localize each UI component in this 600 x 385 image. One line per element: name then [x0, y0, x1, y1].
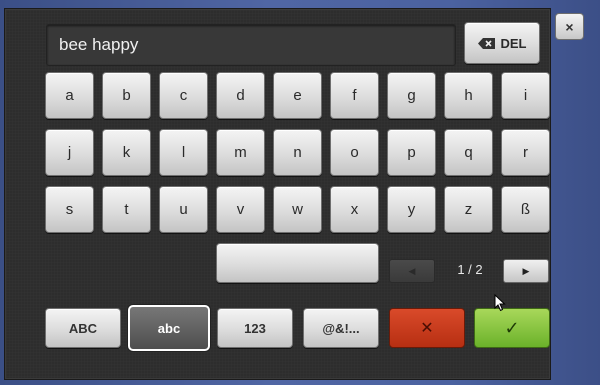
backspace-icon: [477, 37, 495, 49]
key-e[interactable]: e: [273, 72, 322, 119]
space-bar[interactable]: [216, 243, 379, 283]
text-input[interactable]: bee happy: [46, 24, 456, 66]
mode-numbers-button[interactable]: 123: [217, 308, 293, 348]
key-v[interactable]: v: [216, 186, 265, 233]
key-k[interactable]: k: [102, 129, 151, 176]
key-l[interactable]: l: [159, 129, 208, 176]
delete-button[interactable]: DEL: [464, 22, 540, 64]
key-r[interactable]: r: [501, 129, 550, 176]
key-x[interactable]: x: [330, 186, 379, 233]
key-m[interactable]: m: [216, 129, 265, 176]
prev-page-button[interactable]: ◀: [389, 259, 435, 283]
key-c[interactable]: c: [159, 72, 208, 119]
key-b[interactable]: b: [102, 72, 151, 119]
key-sharp-s[interactable]: ß: [501, 186, 550, 233]
key-j[interactable]: j: [45, 129, 94, 176]
key-z[interactable]: z: [444, 186, 493, 233]
key-u[interactable]: u: [159, 186, 208, 233]
key-s[interactable]: s: [45, 186, 94, 233]
key-w[interactable]: w: [273, 186, 322, 233]
key-n[interactable]: n: [273, 129, 322, 176]
key-i[interactable]: i: [501, 72, 550, 119]
key-g[interactable]: g: [387, 72, 436, 119]
close-icon: ×: [565, 18, 574, 35]
key-t[interactable]: t: [102, 186, 151, 233]
mouse-cursor-icon: [494, 294, 506, 312]
chevron-right-icon: ▶: [522, 265, 530, 276]
delete-button-label: DEL: [500, 35, 527, 51]
mode-symbols-button[interactable]: @&!...: [303, 308, 379, 348]
key-a[interactable]: a: [45, 72, 94, 119]
close-button[interactable]: ×: [555, 13, 584, 40]
x-icon: ✕: [420, 320, 434, 337]
key-q[interactable]: q: [444, 129, 493, 176]
chevron-left-icon: ◀: [408, 265, 416, 276]
confirm-button[interactable]: ✓: [474, 308, 550, 348]
key-f[interactable]: f: [330, 72, 379, 119]
key-p[interactable]: p: [387, 129, 436, 176]
next-page-button[interactable]: ▶: [503, 259, 549, 283]
key-d[interactable]: d: [216, 72, 265, 119]
mode-lowercase-button[interactable]: abc: [128, 305, 210, 351]
checkmark-icon: ✓: [504, 317, 520, 338]
key-y[interactable]: y: [387, 186, 436, 233]
key-o[interactable]: o: [330, 129, 379, 176]
key-h[interactable]: h: [444, 72, 493, 119]
cancel-button[interactable]: ✕: [389, 308, 465, 348]
page-indicator: 1 / 2: [457, 262, 483, 277]
mode-uppercase-button[interactable]: ABC: [45, 308, 121, 348]
